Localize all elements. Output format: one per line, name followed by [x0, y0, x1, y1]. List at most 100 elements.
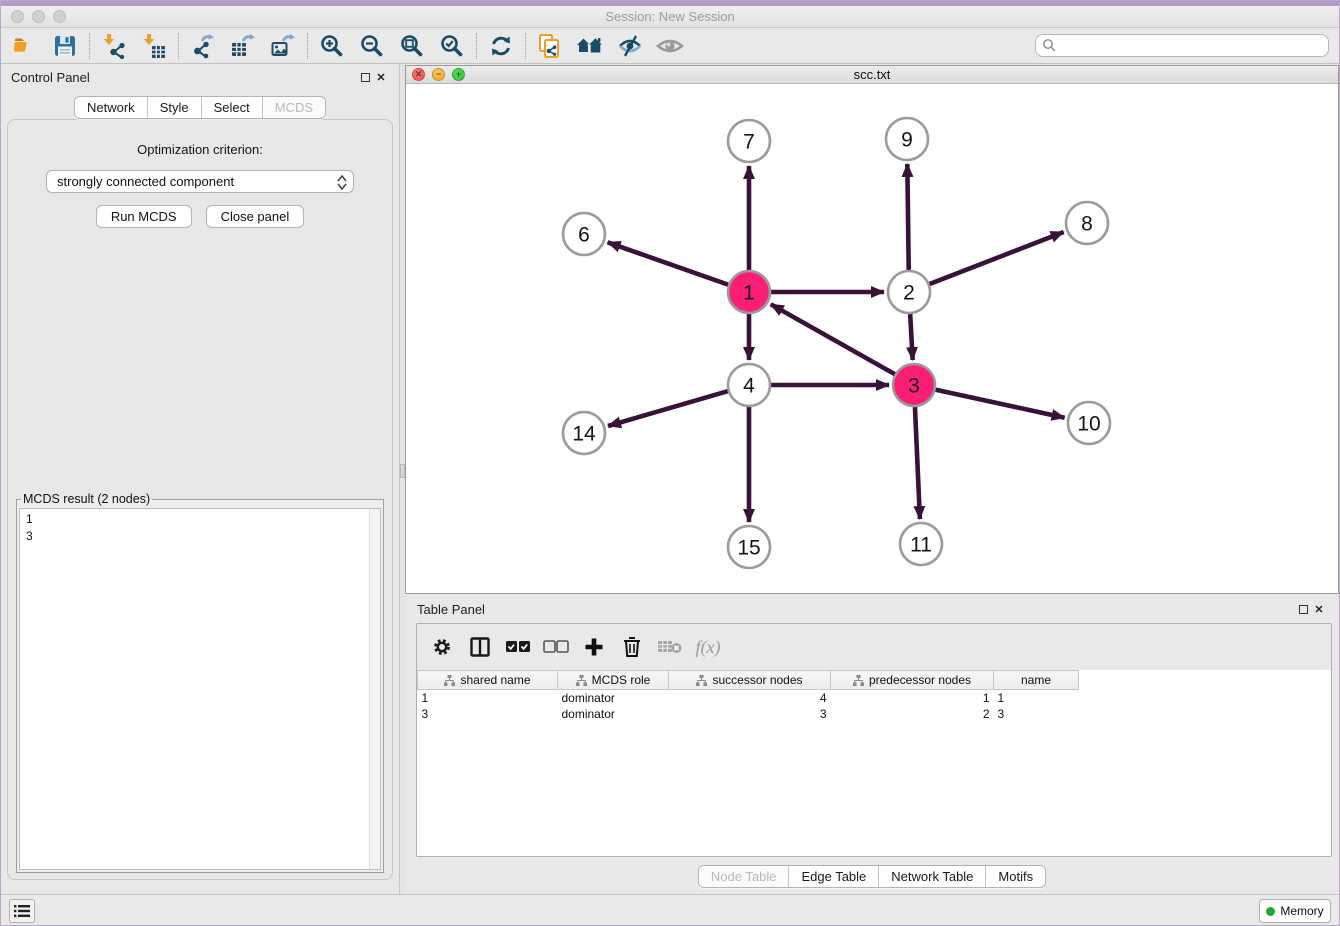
tab-node-table[interactable]: Node Table — [699, 866, 790, 887]
home-icon[interactable] — [570, 30, 610, 62]
graph-node-3[interactable]: 3 — [893, 364, 935, 406]
tab-select[interactable]: Select — [202, 97, 263, 118]
save-icon[interactable] — [45, 30, 85, 62]
control-panel: Control Panel ✕ NetworkStyleSelectMCDS O… — [1, 64, 399, 894]
tab-mcds[interactable]: MCDS — [263, 97, 325, 118]
graph-edge-3-10[interactable] — [934, 389, 1065, 417]
mcds-panel: Optimization criterion: strongly connect… — [7, 119, 393, 880]
search-icon — [1042, 38, 1057, 53]
column-label: name — [1021, 673, 1051, 687]
hide-eye-icon[interactable] — [610, 30, 650, 62]
column-header-shared-name[interactable]: shared name — [418, 671, 558, 690]
float-panel-icon[interactable] — [357, 69, 373, 85]
optimization-dropdown[interactable]: strongly connected component — [46, 170, 354, 193]
table-cell[interactable]: 1 — [831, 690, 994, 706]
select-all-icon[interactable] — [501, 630, 535, 664]
graph-edge-3-11[interactable] — [915, 405, 920, 519]
svg-text:15: 15 — [737, 537, 760, 560]
export-image-icon[interactable] — [263, 30, 303, 62]
memory-label: Memory — [1280, 904, 1323, 918]
zoom-fit-icon[interactable] — [392, 30, 432, 62]
svg-text:10: 10 — [1077, 413, 1100, 436]
close-panel-button[interactable]: Close panel — [206, 205, 305, 228]
column-header-name[interactable]: name — [994, 671, 1079, 690]
zoom-selected-icon[interactable] — [432, 30, 472, 62]
table-cell[interactable]: 4 — [669, 690, 831, 706]
toolbar-separator — [525, 33, 526, 59]
mcds-result-list[interactable]: 13 — [19, 508, 381, 870]
export-network-icon[interactable] — [183, 30, 223, 62]
tab-network[interactable]: Network — [75, 97, 148, 118]
eye-disabled-icon[interactable] — [650, 30, 690, 62]
column-header-predecessor-nodes[interactable]: predecessor nodes — [831, 671, 994, 690]
run-mcds-button[interactable]: Run MCDS — [96, 205, 192, 228]
graph-node-8[interactable]: 8 — [1066, 202, 1108, 244]
network-window-titlebar: ✕ − + scc.txt — [406, 66, 1338, 84]
splitter-grip[interactable] — [400, 464, 405, 478]
graph-edge-2-9[interactable] — [907, 164, 908, 272]
table-panel: Table Panel ✕ — [405, 596, 1339, 894]
add-icon[interactable] — [577, 630, 611, 664]
graph-edge-3-1[interactable] — [771, 304, 897, 375]
refresh-icon[interactable] — [481, 30, 521, 62]
graph-node-2[interactable]: 2 — [888, 271, 930, 313]
tab-style[interactable]: Style — [148, 97, 202, 118]
close-table-panel-icon[interactable]: ✕ — [1311, 601, 1327, 617]
graph-node-15[interactable]: 15 — [728, 526, 770, 568]
column-header-MCDS-role[interactable]: MCDS role — [558, 671, 669, 690]
toolbar-separator — [178, 33, 179, 59]
delete-icon[interactable] — [615, 630, 649, 664]
tab-network-table[interactable]: Network Table — [879, 866, 986, 887]
table-row[interactable]: 1dominator411 — [418, 690, 1079, 706]
control-panel-title: Control Panel — [11, 70, 90, 85]
column-header-successor-nodes[interactable]: successor nodes — [669, 671, 831, 690]
graph-edge-4-14[interactable] — [608, 391, 730, 426]
function-icon[interactable]: f(x) — [691, 630, 725, 664]
network-graph[interactable]: 1 2 3 4 6 7 8 9 10 11 14 15 — [406, 84, 1338, 588]
task-history-icon[interactable] — [9, 899, 35, 923]
graph-edge-2-3[interactable] — [910, 312, 913, 360]
import-table-icon[interactable] — [134, 30, 174, 62]
search-input[interactable] — [1035, 34, 1329, 57]
mcds-result-item: 1 — [26, 511, 366, 528]
graph-node-1[interactable]: 1 — [728, 271, 770, 313]
graph-node-4[interactable]: 4 — [728, 364, 770, 406]
table-cell[interactable]: 3 — [418, 706, 558, 722]
delete-table-icon[interactable] — [653, 630, 687, 664]
graph-node-6[interactable]: 6 — [563, 213, 605, 255]
columns-icon[interactable] — [463, 630, 497, 664]
table-cell[interactable]: dominator — [558, 706, 669, 722]
table-cell[interactable]: 1 — [418, 690, 558, 706]
clone-network-icon[interactable] — [530, 30, 570, 62]
graph-edge-1-6[interactable] — [608, 242, 731, 285]
export-table-icon[interactable] — [223, 30, 263, 62]
zoom-in-icon[interactable] — [312, 30, 352, 62]
tab-edge-table[interactable]: Edge Table — [789, 866, 879, 887]
open-folder-icon[interactable] — [5, 30, 45, 62]
graph-node-14[interactable]: 14 — [563, 412, 605, 454]
network-canvas[interactable]: 1 2 3 4 6 7 8 9 10 11 14 15 — [406, 84, 1338, 593]
table-cell[interactable]: 1 — [994, 690, 1079, 706]
gear-icon[interactable] — [425, 630, 459, 664]
tab-motifs[interactable]: Motifs — [986, 866, 1045, 887]
table-cell[interactable]: 2 — [831, 706, 994, 722]
table-cell[interactable]: dominator — [558, 690, 669, 706]
graph-node-7[interactable]: 7 — [728, 120, 770, 162]
result-scrollbar[interactable] — [369, 509, 380, 869]
table-cell[interactable]: 3 — [669, 706, 831, 722]
tree-icon — [576, 675, 587, 686]
graph-node-11[interactable]: 11 — [900, 523, 942, 565]
graph-edge-2-8[interactable] — [928, 232, 1064, 285]
memory-button[interactable]: Memory — [1259, 899, 1331, 923]
graph-node-9[interactable]: 9 — [886, 118, 928, 160]
import-network-icon[interactable] — [94, 30, 134, 62]
table-row[interactable]: 3dominator323 — [418, 706, 1079, 722]
float-table-panel-icon[interactable] — [1295, 601, 1311, 617]
close-panel-icon[interactable]: ✕ — [373, 69, 389, 85]
table-cell[interactable]: 3 — [994, 706, 1079, 722]
network-view-window: ✕ − + scc.txt 1 2 3 4 6 7 8 9 10 11 14 — [405, 65, 1339, 594]
graph-node-10[interactable]: 10 — [1068, 402, 1110, 444]
network-window-title: scc.txt — [406, 67, 1338, 82]
zoom-out-icon[interactable] — [352, 30, 392, 62]
deselect-all-icon[interactable] — [539, 630, 573, 664]
